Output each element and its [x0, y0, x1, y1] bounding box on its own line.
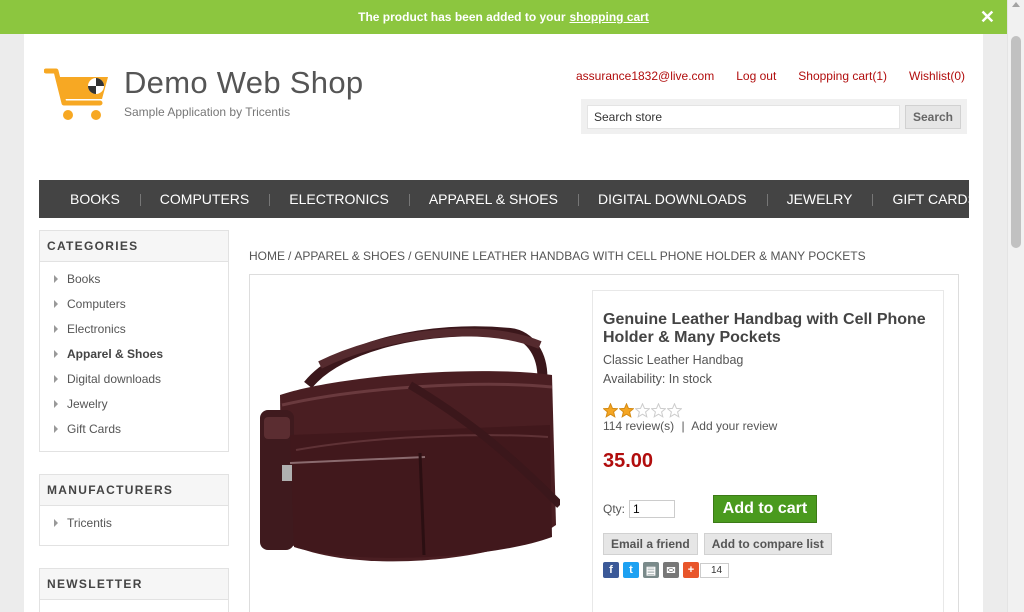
scrollbar[interactable] — [1007, 0, 1024, 612]
scroll-up-arrow-icon[interactable] — [1012, 2, 1020, 7]
shopping-cart-header-link[interactable]: Shopping cart(1) — [798, 69, 887, 83]
arrow-right-icon — [54, 375, 58, 383]
arrow-right-icon — [54, 519, 58, 527]
arrow-right-icon — [54, 325, 58, 333]
categories-title: CATEGORIES — [40, 231, 228, 262]
notification-message: The product has been added to your — [358, 10, 566, 24]
manufacturers-block: MANUFACTURERS Tricentis — [39, 474, 229, 546]
menu-item-jewelry[interactable]: JEWELRY — [766, 191, 873, 207]
newsletter-block: NEWSLETTER — [39, 568, 229, 612]
close-icon[interactable]: ✕ — [980, 8, 995, 26]
arrow-right-icon — [54, 275, 58, 283]
reviews-separator: | — [681, 419, 685, 433]
breadcrumb: HOME / APPAREL & SHOES / GENUINE LEATHER HAN… — [249, 249, 866, 263]
product-reviews: 114 review(s) | Add your review — [603, 419, 933, 433]
top-menu: BOOKS COMPUTERS ELECTRONICS APPAREL & SH… — [39, 180, 977, 218]
site-tagline: Sample Application by Tricentis — [124, 105, 291, 119]
notification-bar: The product has been added to your shopp… — [0, 0, 1007, 34]
newsletter-title: NEWSLETTER — [40, 569, 228, 600]
category-item-apparel-shoes[interactable]: Apparel & Shoes — [52, 345, 216, 370]
menu-item-gift-cards[interactable]: GIFT CARDS — [872, 191, 997, 207]
product-price: 35.00 — [603, 450, 654, 472]
logo[interactable]: Demo Web Shop Sample Application by Tric… — [43, 65, 364, 125]
print-icon[interactable]: ▤ — [643, 562, 659, 578]
account-email-link[interactable]: assurance1832@live.com — [576, 69, 714, 83]
arrow-right-icon — [54, 425, 58, 433]
menu-item-apparel-shoes[interactable]: APPAREL & SHOES — [408, 191, 578, 207]
header-links: assurance1832@live.com Log out Shopping … — [576, 69, 965, 83]
search-button[interactable]: Search — [905, 105, 961, 129]
product-overview: Genuine Leather Handbag with Cell Phone … — [592, 290, 944, 612]
product-details: Genuine Leather Handbag with Cell Phone … — [249, 274, 959, 612]
logout-link[interactable]: Log out — [736, 69, 776, 83]
star-empty-icon — [635, 403, 650, 418]
category-item-electronics[interactable]: Electronics — [52, 320, 216, 345]
star-filled-icon — [603, 403, 618, 418]
product-name: Genuine Leather Handbag with Cell Phone … — [603, 311, 926, 346]
product-actions: Email a friend Add to compare list — [603, 533, 933, 555]
menu-item-electronics[interactable]: ELECTRONICS — [269, 191, 409, 207]
manufacturer-item-tricentis[interactable]: Tricentis — [52, 514, 216, 539]
breadcrumb-home[interactable]: HOME — [249, 249, 285, 263]
category-item-jewelry[interactable]: Jewelry — [52, 395, 216, 420]
breadcrumb-separator: / — [288, 249, 292, 263]
plus-icon[interactable]: + — [683, 562, 699, 578]
categories-block: CATEGORIES Books Computers Electronics A… — [39, 230, 229, 452]
product-short-description: Classic Leather Handbag — [603, 353, 744, 367]
share-count: 14 — [700, 562, 730, 578]
menu-item-digital-downloads[interactable]: DIGITAL DOWNLOADS — [578, 191, 767, 207]
product-image[interactable] — [260, 325, 563, 575]
arrow-right-icon — [54, 350, 58, 358]
page-container: Demo Web Shop Sample Application by Tric… — [24, 34, 983, 612]
add-to-compare-button[interactable]: Add to compare list — [703, 533, 832, 555]
star-filled-icon — [619, 403, 634, 418]
qty-label: Qty: — [603, 502, 626, 516]
breadcrumb-separator: / — [408, 249, 412, 263]
breadcrumb-category[interactable]: APPAREL & SHOES — [294, 249, 405, 263]
menu-item-computers[interactable]: COMPUTERS — [139, 191, 269, 207]
facebook-icon[interactable]: f — [603, 562, 619, 578]
category-item-books[interactable]: Books — [52, 270, 216, 295]
add-to-cart-row: Qty: Add to cart — [603, 495, 933, 523]
category-item-digital-downloads[interactable]: Digital downloads — [52, 370, 216, 395]
qty-input[interactable] — [629, 500, 676, 518]
manufacturers-title: MANUFACTURERS — [40, 475, 228, 506]
product-availability: Availability: In stock — [603, 372, 712, 386]
site-title: Demo Web Shop — [124, 65, 364, 100]
shopping-cart-icon — [43, 65, 110, 125]
wishlist-link[interactable]: Wishlist(0) — [909, 69, 965, 83]
add-review-link[interactable]: Add your review — [691, 419, 777, 433]
share-bar: f t ▤ ✉ + 14 — [603, 562, 933, 578]
product-rating — [603, 403, 933, 418]
search-box: Search — [581, 99, 967, 134]
star-empty-icon — [651, 403, 666, 418]
category-item-computers[interactable]: Computers — [52, 295, 216, 320]
arrow-right-icon — [54, 400, 58, 408]
email-friend-button[interactable]: Email a friend — [603, 533, 698, 555]
add-to-cart-button[interactable]: Add to cart — [713, 495, 818, 523]
breadcrumb-current: GENUINE LEATHER HANDBAG WITH CELL PHONE … — [414, 249, 866, 263]
menu-item-books[interactable]: BOOKS — [50, 191, 140, 207]
shopping-cart-link[interactable]: shopping cart — [570, 10, 649, 24]
reviews-link[interactable]: 114 review(s) — [603, 419, 674, 433]
search-input[interactable] — [587, 105, 900, 129]
email-icon[interactable]: ✉ — [663, 562, 679, 578]
twitter-icon[interactable]: t — [623, 562, 639, 578]
scrollbar-thumb[interactable] — [1011, 36, 1021, 248]
star-empty-icon — [667, 403, 682, 418]
category-item-gift-cards[interactable]: Gift Cards — [52, 420, 216, 445]
arrow-right-icon — [54, 300, 58, 308]
